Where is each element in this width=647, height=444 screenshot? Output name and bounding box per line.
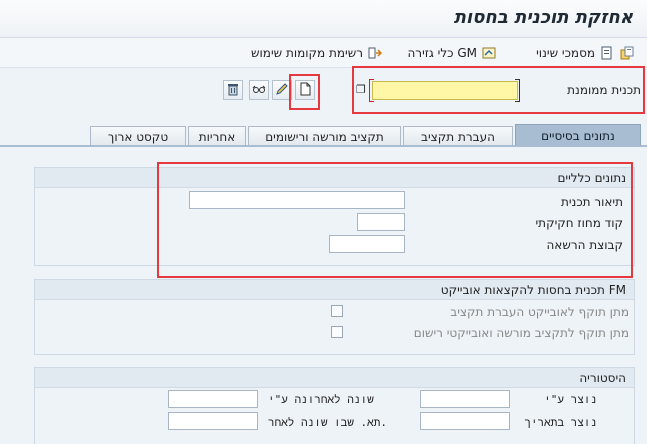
- where-used-list-button[interactable]: רשימת מקומות שימוש: [251, 44, 383, 62]
- create-object-button[interactable]: [619, 44, 635, 62]
- change-documents-button[interactable]: מסמכי שינוי: [536, 44, 615, 62]
- derivation-tools-label: כלי גזירה GM: [407, 46, 477, 60]
- fm-allocation-title: תכנית בחסות להקצאות אובייקט FM: [440, 283, 626, 297]
- title-bar: אחזקת תוכנית בחסות: [0, 0, 647, 38]
- display-change-button[interactable]: [249, 80, 269, 100]
- where-used-icon: [367, 45, 383, 61]
- last-changed-by-label: שונה לאחרונה ע"י: [268, 393, 374, 406]
- tools-icon: [481, 45, 497, 61]
- delete-button[interactable]: [223, 80, 243, 100]
- tab-basic-data[interactable]: נתונים בסיסיים: [515, 124, 641, 146]
- trash-icon: [226, 82, 240, 99]
- tab-responsibility[interactable]: אחריות: [188, 126, 246, 146]
- tab-long-text[interactable]: טקסט ארוך: [90, 126, 186, 146]
- application-toolbar: מסמכי שינוי כלי גזירה GM רשימת מקומות שי…: [0, 38, 647, 68]
- documents-icon: [599, 45, 615, 61]
- created-on-label: נוצר בתאריך: [524, 416, 597, 429]
- last-changed-on-input: [168, 412, 258, 430]
- tab-strip: נתונים בסיסיים העברת תקציב תקציב מורשה ו…: [0, 124, 647, 146]
- pencil-icon: [275, 82, 289, 99]
- budget-transfer-validation-checkbox[interactable]: [331, 305, 343, 317]
- last-changed-by-input: [168, 390, 258, 408]
- history-title: היסטוריה: [579, 371, 626, 385]
- created-on-input: [420, 412, 510, 430]
- tab-budget-transfer[interactable]: העברת תקציב: [403, 126, 513, 146]
- created-by-label: נוצר ע"י: [544, 393, 597, 406]
- window-title: אחזקת תוכנית בחסות: [453, 7, 633, 28]
- highlight-plan-field: [352, 66, 645, 114]
- highlight-general-data: [157, 162, 633, 278]
- last-changed-on-label: תא. שבו שונה לאחר.: [268, 416, 387, 429]
- change-documents-label: מסמכי שינוי: [536, 46, 595, 60]
- authorized-posting-validation-checkbox[interactable]: [331, 326, 343, 338]
- derivation-tools-button[interactable]: כלי גזירה GM: [407, 44, 497, 62]
- history-header: היסטוריה: [35, 368, 634, 388]
- tab-authorized-budget-postings[interactable]: תקציב מורשה ורישומים: [248, 126, 401, 146]
- highlight-create-button: [289, 74, 320, 110]
- budget-transfer-validation-label: מתן תוקף לאובייקט העברת תקציב: [450, 305, 629, 319]
- glasses-icon: [252, 82, 266, 99]
- tab-underline: [0, 145, 647, 147]
- authorized-posting-validation-label: מתן תוקף לתקציב מורשה ואובייקטי רישום: [413, 326, 629, 340]
- create-object-icon: [619, 45, 635, 61]
- where-used-list-label: רשימת מקומות שימוש: [251, 46, 363, 60]
- created-by-input: [420, 390, 510, 408]
- fm-allocation-header: תכנית בחסות להקצאות אובייקט FM: [35, 280, 634, 300]
